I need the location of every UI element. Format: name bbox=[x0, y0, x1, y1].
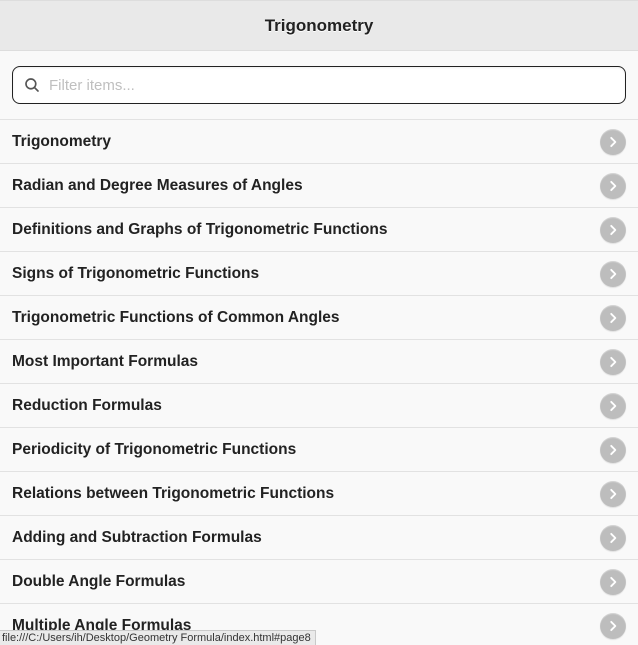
chevron-right-icon bbox=[600, 305, 626, 331]
list-item-label: Adding and Subtraction Formulas bbox=[12, 529, 600, 547]
list-item[interactable]: Periodicity of Trigonometric Functions bbox=[0, 427, 638, 471]
list-item-label: Relations between Trigonometric Function… bbox=[12, 485, 600, 503]
list-item[interactable]: Relations between Trigonometric Function… bbox=[0, 471, 638, 515]
chevron-right-icon bbox=[600, 569, 626, 595]
list-item[interactable]: Adding and Subtraction Formulas bbox=[0, 515, 638, 559]
list-item-label: Reduction Formulas bbox=[12, 397, 600, 415]
chevron-right-icon bbox=[600, 613, 626, 639]
list-item-label: Trigonometry bbox=[12, 133, 600, 151]
search-row bbox=[0, 51, 638, 119]
chevron-right-icon bbox=[600, 437, 626, 463]
header: Trigonometry bbox=[0, 1, 638, 51]
list-item[interactable]: Double Angle Formulas bbox=[0, 559, 638, 603]
chevron-right-icon bbox=[600, 261, 626, 287]
chevron-right-icon bbox=[600, 349, 626, 375]
chevron-right-icon bbox=[600, 217, 626, 243]
page-title: Trigonometry bbox=[265, 16, 374, 36]
list-item[interactable]: Reduction Formulas bbox=[0, 383, 638, 427]
list-item[interactable]: Trigonometry bbox=[0, 119, 638, 163]
chevron-right-icon bbox=[600, 525, 626, 551]
search-input[interactable] bbox=[49, 77, 615, 94]
search-icon bbox=[23, 76, 41, 94]
list-item-label: Most Important Formulas bbox=[12, 353, 600, 371]
list-item[interactable]: Most Important Formulas bbox=[0, 339, 638, 383]
list-item-label: Signs of Trigonometric Functions bbox=[12, 265, 600, 283]
list-item[interactable]: Definitions and Graphs of Trigonometric … bbox=[0, 207, 638, 251]
chevron-right-icon bbox=[600, 173, 626, 199]
list-item-label: Radian and Degree Measures of Angles bbox=[12, 177, 600, 195]
list-item[interactable]: Radian and Degree Measures of Angles bbox=[0, 163, 638, 207]
chevron-right-icon bbox=[600, 481, 626, 507]
list-item-label: Trigonometric Functions of Common Angles bbox=[12, 309, 600, 327]
list-item[interactable]: Signs of Trigonometric Functions bbox=[0, 251, 638, 295]
status-bar: file:///C:/Users/ih/Desktop/Geometry For… bbox=[0, 630, 316, 645]
chevron-right-icon bbox=[600, 129, 626, 155]
list-item-label: Definitions and Graphs of Trigonometric … bbox=[12, 221, 600, 239]
list-item[interactable]: Trigonometric Functions of Common Angles bbox=[0, 295, 638, 339]
list-item-label: Double Angle Formulas bbox=[12, 573, 600, 591]
search-wrap[interactable] bbox=[12, 66, 626, 104]
list-item-label: Periodicity of Trigonometric Functions bbox=[12, 441, 600, 459]
chevron-right-icon bbox=[600, 393, 626, 419]
topic-list: Trigonometry Radian and Degree Measures o… bbox=[0, 119, 638, 645]
